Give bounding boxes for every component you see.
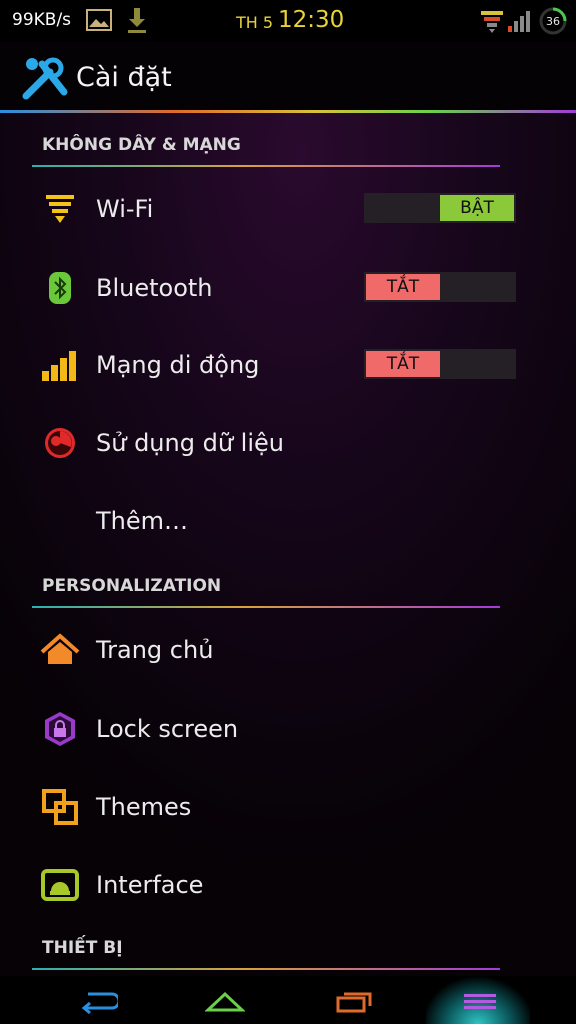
wifi-icon [481,11,503,33]
section-header-device: THIẾT BỊ [42,938,123,958]
section-header-wireless: KHÔNG DÂY & MẠNG [42,135,241,155]
settings-item-interface[interactable]: Interface [0,847,576,925]
toggle-off-label: TẮT [366,351,440,377]
bluetooth-icon [49,272,71,304]
android-icon [41,869,79,901]
back-icon[interactable] [78,988,118,1014]
mobile-network-toggle[interactable]: TẮT [364,349,516,379]
settings-item-home[interactable]: Trang chủ [0,612,576,690]
settings-tools-icon[interactable] [20,56,72,102]
settings-item-themes[interactable]: Themes [0,769,576,847]
settings-item-label: Lock screen [96,715,239,743]
bluetooth-toggle[interactable]: TẮT [364,272,516,302]
signal-icon [508,11,530,32]
battery-icon: 36 [538,6,568,36]
status-time: 12:30 [278,7,345,33]
settings-item-label: Themes [96,793,192,821]
page-title: Cài đặt [76,62,172,93]
menu-icon[interactable] [460,988,500,1014]
settings-item-label: Sử dụng dữ liệu [96,429,284,457]
settings-item-label: Thêm… [96,507,189,535]
status-bar: 99KB/s TH 5 12:30 36 [0,0,576,42]
action-bar: Cài đặt [0,42,576,112]
settings-list[interactable]: KHÔNG DÂY & MẠNG Wi-Fi BẬT Bluetooth TẮT [0,113,576,976]
download-icon [128,8,146,33]
settings-item-mobile-network[interactable]: Mạng di động TẮT [0,327,576,405]
signal-bars-icon [42,351,76,381]
themes-icon [42,789,78,825]
settings-item-label: Wi-Fi [96,195,154,223]
wifi-icon [46,195,74,223]
home-icon[interactable] [205,988,245,1014]
toggle-off-label: TẮT [366,274,440,300]
settings-item-label: Trang chủ [96,636,214,664]
section-divider [32,968,500,970]
section-divider [32,606,500,608]
section-header-personalization: PERSONALIZATION [42,576,222,596]
settings-item-bluetooth[interactable]: Bluetooth TẮT [0,250,576,328]
home-icon [40,633,80,664]
battery-level: 36 [546,15,560,28]
gallery-icon [86,9,112,31]
settings-item-label: Bluetooth [96,274,213,302]
settings-item-data-usage[interactable]: Sử dụng dữ liệu [0,405,576,483]
wifi-toggle[interactable]: BẬT [364,193,516,223]
lock-icon [45,712,75,746]
settings-item-lock-screen[interactable]: Lock screen [0,691,576,769]
status-date: TH 5 [236,13,274,32]
section-divider [32,165,500,167]
data-usage-icon [45,428,75,458]
settings-item-label: Mạng di động [96,351,260,379]
settings-item-more[interactable]: Thêm… [0,483,576,561]
navigation-bar [0,976,576,1024]
settings-item-label: Interface [96,871,204,899]
network-speed: 99KB/s [12,10,72,30]
settings-item-wifi[interactable]: Wi-Fi BẬT [0,171,576,249]
toggle-on-label: BẬT [440,195,514,221]
recents-icon[interactable] [334,988,374,1014]
